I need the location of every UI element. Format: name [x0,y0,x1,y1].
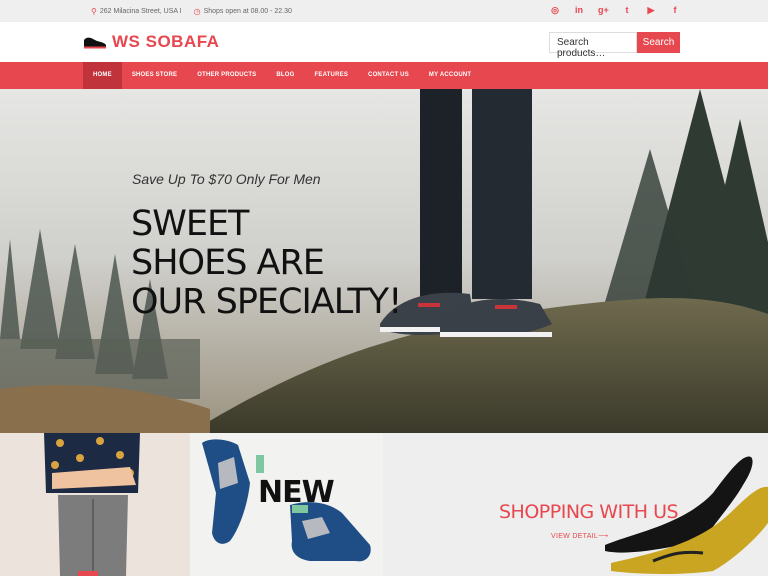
youtube-icon[interactable]: ▶ [646,5,656,16]
hours-info: ◷ Shops open at 08.00 - 22.30 [194,7,292,16]
twitter-icon[interactable]: t [622,5,632,16]
hero-title-line: SHOES ARE [131,243,325,283]
top-info: ⚲ 262 Milacina Street, USA I ◷ Shops ope… [91,7,292,16]
search-form: Search products… Search [549,32,680,59]
facebook-icon[interactable]: f [670,5,680,16]
nav-item-blog[interactable]: BLOG [266,62,304,89]
nav-item-features[interactable]: FEATURES [305,62,359,89]
nav-item-contact-us[interactable]: CONTACT US [358,62,419,89]
new-label: NEW [258,475,335,510]
hero-slider[interactable]: Save Up To $70 Only For Men SWEET SHOES … [0,89,768,433]
google-plus-icon[interactable]: g+ [598,5,609,16]
clock-icon: ◷ [193,7,201,16]
logo-text: WS SOBAFA [112,32,220,51]
view-detail-link[interactable]: VIEW DETAIL⟶ [551,532,608,540]
nav-item-home[interactable]: HOME [83,62,122,89]
nav-item-my-account[interactable]: MY ACCOUNT [419,62,481,89]
address-info: ⚲ 262 Milacina Street, USA I [91,7,182,16]
search-button[interactable]: Search [637,32,680,53]
hours-text: Shops open at 08.00 - 22.30 [203,8,292,15]
social-links: ◎ in g+ t ▶ f [550,5,680,16]
promo-banners: NEW SHOPPING WITH US VIEW DETAIL⟶ [0,433,768,576]
hero-title-line: OUR SPECIALTY! [131,282,402,322]
main-nav: HOME SHOES STORE OTHER PRODUCTS BLOG FEA… [0,62,768,89]
instagram-icon[interactable]: ◎ [550,5,560,16]
shoe-logo-icon [84,37,106,49]
nav-menu: HOME SHOES STORE OTHER PRODUCTS BLOG FEA… [83,62,481,89]
top-info-bar: ⚲ 262 Milacina Street, USA I ◷ Shops ope… [0,0,768,22]
site-logo[interactable]: WS SOBAFA [82,32,219,52]
linkedin-icon[interactable]: in [574,5,584,16]
hero-title: SWEET SHOES ARE OUR SPECIALTY! [131,204,402,322]
nav-item-shoes-store[interactable]: SHOES STORE [122,62,187,89]
promo-banner-new[interactable]: NEW [190,433,383,576]
location-pin-icon: ⚲ [91,7,97,16]
address-text: 262 Milacina Street, USA I [99,8,182,15]
nav-item-other-products[interactable]: OTHER PRODUCTS [187,62,266,89]
hero-title-line: SWEET [131,204,249,244]
promo-banner-shopping[interactable]: SHOPPING WITH US VIEW DETAIL⟶ [383,433,768,576]
shopping-title: SHOPPING WITH US [499,501,679,523]
site-header: WS SOBAFA Search products… Search [0,22,768,62]
promo-banner-fashion[interactable] [0,433,190,576]
hero-subtitle: Save Up To $70 Only For Men [132,171,321,187]
search-input[interactable]: Search products… [549,32,637,59]
man-fashion-image [0,433,190,576]
